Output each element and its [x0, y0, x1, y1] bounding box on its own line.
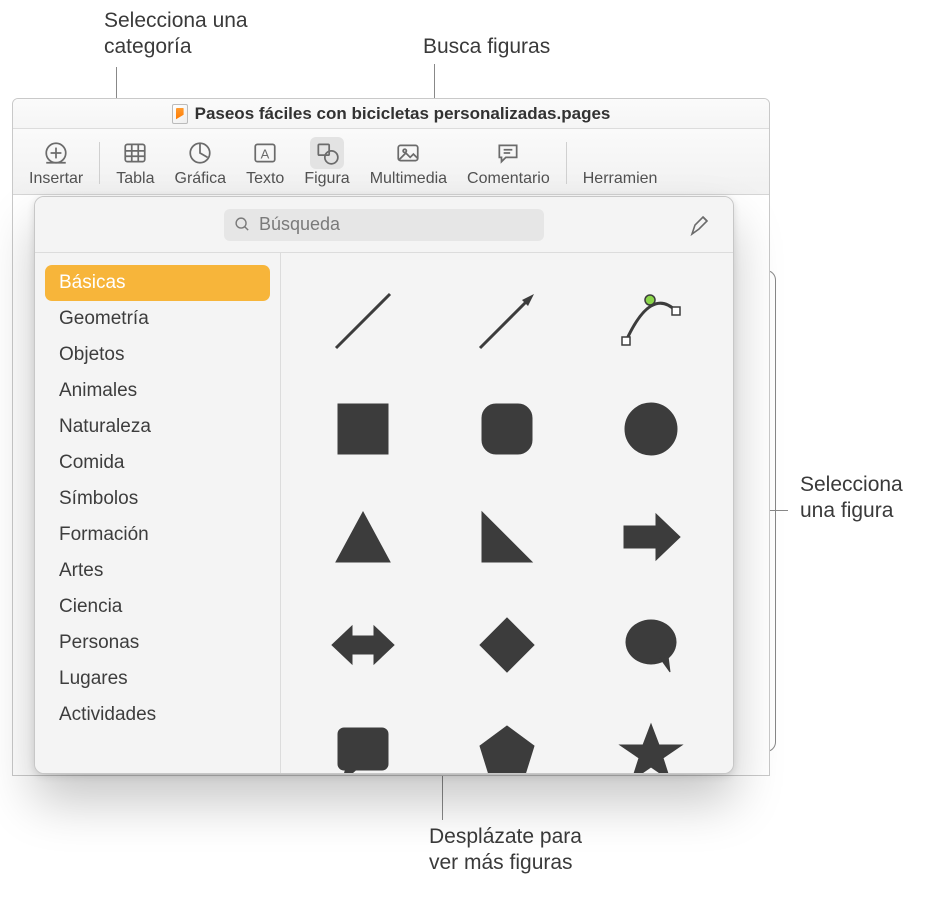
category-label: Objetos: [59, 344, 124, 366]
category-item[interactable]: Lugares: [45, 661, 270, 697]
category-item[interactable]: Animales: [45, 373, 270, 409]
toolbar-label: Figura: [304, 170, 349, 188]
document-icon: [172, 104, 188, 124]
search-icon: [234, 216, 251, 233]
shapes-grid: [281, 253, 733, 773]
window-titlebar: Paseos fáciles con bicicletas personaliz…: [13, 99, 769, 129]
shape-icon: [310, 137, 344, 169]
category-label: Naturaleza: [59, 416, 151, 438]
category-item[interactable]: Formación: [45, 517, 270, 553]
media-icon: [391, 137, 425, 169]
shape-arrow-line[interactable]: [439, 271, 575, 371]
category-item[interactable]: Símbolos: [45, 481, 270, 517]
shape-callout-rect[interactable]: [295, 703, 431, 773]
category-label: Comida: [59, 452, 124, 474]
category-label: Animales: [59, 380, 137, 402]
category-item[interactable]: Básicas: [45, 265, 270, 301]
toolbar-chart[interactable]: Gráfica: [165, 133, 237, 192]
callout-search: Busca figuras: [423, 34, 550, 60]
popover-body: Básicas Geometría Objetos Animales Natur…: [35, 253, 733, 773]
search-input[interactable]: Búsqueda: [224, 209, 544, 241]
toolbar-label: Texto: [246, 170, 284, 188]
category-label: Formación: [59, 524, 149, 546]
callout-category: Selecciona una categoría: [104, 8, 248, 61]
callout-shape: Selecciona una figura: [800, 472, 903, 525]
toolbar-label: Tabla: [116, 170, 154, 188]
window-title: Paseos fáciles con bicicletas personaliz…: [195, 104, 611, 124]
toolbar-divider: [99, 142, 100, 184]
svg-text:A: A: [261, 146, 270, 161]
toolbar-media[interactable]: Multimedia: [360, 133, 457, 192]
shape-speech-bubble[interactable]: [583, 595, 719, 695]
category-label: Lugares: [59, 668, 128, 690]
category-item[interactable]: Artes: [45, 553, 270, 589]
shape-bezier-curve[interactable]: [583, 271, 719, 371]
toolbar-insert[interactable]: Insertar: [19, 133, 93, 192]
shape-triangle[interactable]: [295, 487, 431, 587]
shape-diamond[interactable]: [439, 595, 575, 695]
shape-rounded-square[interactable]: [439, 379, 575, 479]
shape-pentagon[interactable]: [439, 703, 575, 773]
callout-scroll: Desplázate para ver más figuras: [429, 824, 582, 877]
category-label: Ciencia: [59, 596, 122, 618]
category-item[interactable]: Objetos: [45, 337, 270, 373]
search-placeholder: Búsqueda: [259, 214, 340, 235]
toolbar-divider: [566, 142, 567, 184]
table-icon: [118, 137, 152, 169]
category-item[interactable]: Naturaleza: [45, 409, 270, 445]
toolbar-comment[interactable]: Comentario: [457, 133, 560, 192]
shape-right-triangle[interactable]: [439, 487, 575, 587]
category-label: Básicas: [59, 272, 126, 294]
callout-line: [442, 774, 443, 820]
toolbar-label: Insertar: [29, 170, 83, 188]
toolbar-label: Comentario: [467, 170, 550, 188]
toolbar: Insertar Tabla Gráfica A Texto Figura: [13, 129, 769, 195]
toolbar-table[interactable]: Tabla: [106, 133, 164, 192]
category-label: Geometría: [59, 308, 149, 330]
toolbar-tools[interactable]: Herramien: [573, 133, 658, 192]
toolbar-text[interactable]: A Texto: [236, 133, 294, 192]
chart-icon: [183, 137, 217, 169]
category-item[interactable]: Geometría: [45, 301, 270, 337]
toolbar-shape[interactable]: Figura: [294, 133, 359, 192]
category-item[interactable]: Comida: [45, 445, 270, 481]
category-label: Artes: [59, 560, 103, 582]
draw-shape-button[interactable]: [687, 211, 715, 239]
toolbar-label: Gráfica: [175, 170, 227, 188]
category-item[interactable]: Personas: [45, 625, 270, 661]
comment-icon: [491, 137, 525, 169]
category-label: Personas: [59, 632, 139, 654]
text-icon: A: [248, 137, 282, 169]
shape-line[interactable]: [295, 271, 431, 371]
toolbar-label: Herramien: [583, 170, 658, 188]
category-sidebar: Básicas Geometría Objetos Animales Natur…: [35, 253, 281, 773]
shape-star[interactable]: [583, 703, 719, 773]
shapes-popover: Búsqueda Básicas Geometría Objetos Anima…: [34, 196, 734, 774]
shape-square[interactable]: [295, 379, 431, 479]
pen-icon: [689, 213, 713, 237]
shape-circle[interactable]: [583, 379, 719, 479]
category-item[interactable]: Actividades: [45, 697, 270, 733]
shape-arrow-right[interactable]: [583, 487, 719, 587]
toolbar-label: Multimedia: [370, 170, 447, 188]
category-item[interactable]: Ciencia: [45, 589, 270, 625]
category-label: Actividades: [59, 704, 156, 726]
popover-header: Búsqueda: [35, 197, 733, 253]
shape-double-arrow[interactable]: [295, 595, 431, 695]
insert-icon: [39, 137, 73, 169]
category-label: Símbolos: [59, 488, 138, 510]
